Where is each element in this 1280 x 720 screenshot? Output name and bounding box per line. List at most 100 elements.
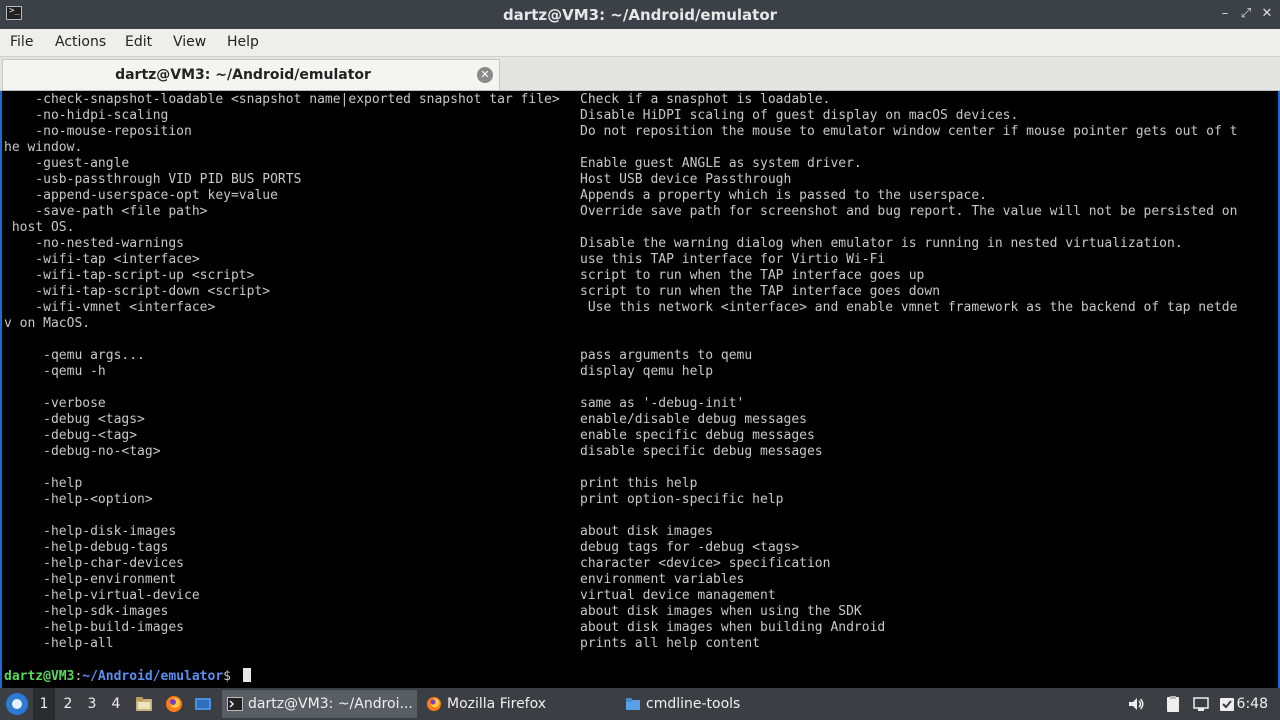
network-icon[interactable] [1192,695,1210,713]
clipboard-icon[interactable] [1164,695,1182,713]
terminal-line-option: -no-hidpi-scaling [4,108,169,123]
window-titlebar: >_ dartz@VM3: ~/Android/emulator – ⤢ ✕ [0,0,1280,29]
terminal-line-option: -check-snapshot-loadable <snapshot name|… [4,92,560,107]
terminal-line-option: -wifi-tap <interface> [4,252,200,267]
terminal-line-description: Use this network <interface> and enable … [580,300,1238,315]
menu-help[interactable]: Help [227,34,259,50]
terminal-line-option: he window. [4,140,83,155]
terminal-line-description: enable specific debug messages [580,428,815,443]
workspace-1[interactable]: 1 [33,688,55,720]
menu-edit[interactable]: Edit [125,34,152,50]
desktop-icon[interactable] [194,695,212,713]
terminal-line-description: print this help [580,476,698,491]
terminal-line-option: -help-all [4,636,114,651]
terminal-line-description: character <device> specification [580,556,831,571]
terminal-line-option: -qemu -h [4,364,106,379]
terminal-line-description: Host USB device Passthrough [580,172,792,187]
terminal-line-description: prints all help content [580,636,761,651]
terminal-line-option: -guest-angle [4,156,130,171]
file-manager-icon[interactable] [135,695,153,713]
terminal-line-description: about disk images when building Android [580,620,886,635]
workspace-4[interactable]: 4 [105,688,127,720]
terminal-line-description: use this TAP interface for Virtio Wi-Fi [580,252,886,267]
terminal-line-description: script to run when the TAP interface goe… [580,268,925,283]
terminal-line-option: -verbose [4,396,106,411]
terminal-line-description: disable specific debug messages [580,444,823,459]
terminal-line-option: -wifi-tap-script-up <script> [4,268,255,283]
firefox-launcher-icon[interactable] [165,695,183,713]
task-cmdline-tools[interactable]: cmdline-tools [620,690,815,718]
terminal-line-description: virtual device management [580,588,776,603]
terminal-line-option: -help [4,476,83,491]
terminal-line-description: debug tags for -debug <tags> [580,540,800,555]
menu-view[interactable]: View [173,34,206,50]
terminal-line-option: -no-nested-warnings [4,236,185,251]
menu-file[interactable]: File [10,34,33,50]
terminal-icon [227,697,243,711]
terminal-line-option: -append-userspace-opt key=value [4,188,278,203]
workspace-3[interactable]: 3 [81,688,103,720]
terminal-line-description: Enable guest ANGLE as system driver. [580,156,862,171]
task-label: Mozilla Firefox [447,696,547,712]
terminal-line-option: -help-<option> [4,492,153,507]
terminal-line-option: -no-mouse-reposition [4,124,192,139]
tab-terminal[interactable]: dartz@VM3: ~/Android/emulator ✕ [2,59,500,90]
terminal-line-description: about disk images [580,524,714,539]
maximize-button[interactable]: ⤢ [1237,5,1255,23]
task-label: dartz@VM3: ~/Androi... [248,696,413,712]
firefox-icon [427,697,441,711]
terminal-line-description: Check if a snasphot is loadable. [580,92,831,107]
terminal-line-option: -usb-passthrough VID PID BUS PORTS [4,172,302,187]
terminal-line-option: v on MacOS. [4,316,91,331]
terminal-line-option: -qemu args... [4,348,145,363]
terminal-line-option: -debug-<tag> [4,428,138,443]
tab-close-icon[interactable]: ✕ [477,67,493,83]
shell-prompt: dartz@VM3:~/Android/emulator$ [4,668,251,684]
terminal-line-option: -help-build-images [4,620,185,635]
terminal-line-description: Do not reposition the mouse to emulator … [580,124,1238,139]
terminal-line-description: print option-specific help [580,492,784,507]
workspace-2[interactable]: 2 [57,688,79,720]
terminal-line-description: Disable the warning dialog when emulator… [580,236,1183,251]
terminal-line-option: -save-path <file path> [4,204,208,219]
window-title: dartz@VM3: ~/Android/emulator [502,6,778,24]
terminal-line-option: -debug <tags> [4,412,145,427]
terminal-line-option: -help-virtual-device [4,588,200,603]
terminal-line-description: script to run when the TAP interface goe… [580,284,941,299]
task-terminal[interactable]: dartz@VM3: ~/Androi... [222,690,417,718]
text-cursor [242,668,251,682]
prompt-path: ~/Android/emulator [82,669,224,684]
tab-bar: dartz@VM3: ~/Android/emulator ✕ [0,57,1280,91]
terminal-line-description: enable/disable debug messages [580,412,807,427]
menu-bar: File Actions Edit View Help [0,29,1280,57]
terminal-line-description: display qemu help [580,364,714,379]
terminal-line-option: host OS. [4,220,75,235]
terminal-line-description: Override save path for screenshot and bu… [580,204,1238,219]
terminal-line-option: -help-disk-images [4,524,177,539]
terminal-line-description: about disk images when using the SDK [580,604,862,619]
folder-icon [626,698,640,710]
terminal-line-option: -debug-no-<tag> [4,444,161,459]
task-label: cmdline-tools [646,696,741,712]
menu-actions[interactable]: Actions [55,34,106,50]
terminal-line-description: Disable HiDPI scaling of guest display o… [580,108,1019,123]
terminal-line-option: -help-sdk-images [4,604,169,619]
terminal-line-description: environment variables [580,572,745,587]
updates-icon[interactable] [1218,695,1236,713]
prompt-user: dartz@VM3 [4,669,75,684]
volume-icon[interactable] [1127,695,1145,713]
tab-label: dartz@VM3: ~/Android/emulator [115,67,371,83]
terminal-output[interactable]: -check-snapshot-loadable <snapshot name|… [0,91,1280,688]
taskbar-clock: 6:48 [1236,696,1268,712]
terminal-line-option: -wifi-vmnet <interface> [4,300,216,315]
start-menu-icon[interactable] [6,693,28,715]
prompt-symbol: $ [223,669,239,684]
terminal-line-option: -help-environment [4,572,177,587]
terminal-line-description: Appends a property which is passed to th… [580,188,987,203]
taskbar: 1 2 3 4 dartz@VM3: ~/Androi... Mozilla F… [0,688,1280,720]
minimize-button[interactable]: – [1216,5,1234,23]
terminal-line-option: -help-debug-tags [4,540,169,555]
terminal-line-description: pass arguments to qemu [580,348,753,363]
task-firefox[interactable]: Mozilla Firefox [421,690,614,718]
close-window-button[interactable]: ✕ [1258,5,1276,23]
